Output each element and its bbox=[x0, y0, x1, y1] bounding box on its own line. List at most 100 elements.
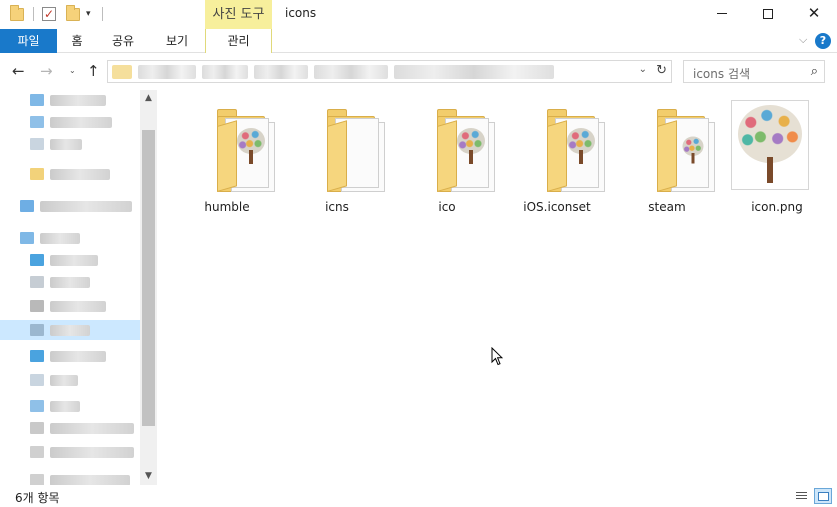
nav-tree-item[interactable] bbox=[0, 112, 140, 132]
address-path-segment bbox=[314, 65, 388, 79]
nav-pane-scrollbar[interactable]: ▲ ▼ bbox=[140, 90, 157, 485]
nav-item-icon bbox=[30, 276, 44, 288]
tab-file[interactable]: 파일 bbox=[0, 29, 57, 53]
search-box[interactable]: icons 검색 ⌕ bbox=[683, 60, 825, 83]
folder-item-steam[interactable]: steam bbox=[617, 100, 717, 216]
nav-item-icon bbox=[30, 446, 44, 458]
nav-item-label bbox=[50, 351, 106, 362]
folder-item-ico[interactable]: ico bbox=[397, 100, 497, 216]
title-bar: ✓ ▾ 사진 도구 icons ✕ bbox=[0, 0, 837, 29]
nav-item-icon bbox=[30, 350, 44, 362]
nav-item-icon bbox=[30, 474, 44, 485]
nav-tree-item[interactable] bbox=[0, 134, 140, 154]
item-count-text: 6개 항목 bbox=[15, 491, 60, 505]
forward-arrow-icon[interactable]: → bbox=[40, 62, 53, 80]
nav-item-label bbox=[50, 169, 110, 180]
address-dropdown-chevron-icon[interactable]: ⌄ bbox=[639, 64, 647, 75]
nav-tree-item[interactable] bbox=[0, 442, 140, 462]
nav-tree-item[interactable] bbox=[0, 346, 140, 366]
nav-item-icon bbox=[20, 200, 34, 212]
address-path-segment bbox=[138, 65, 196, 79]
nav-item-icon bbox=[30, 300, 44, 312]
nav-item-icon bbox=[30, 374, 44, 386]
expand-ribbon-icon[interactable]: ⌵ bbox=[799, 33, 807, 47]
nav-item-icon bbox=[30, 138, 44, 150]
tab-view[interactable]: 보기 bbox=[156, 29, 198, 53]
nav-item-icon bbox=[30, 324, 44, 336]
nav-item-label bbox=[50, 325, 90, 336]
refresh-icon[interactable]: ↻ bbox=[656, 63, 667, 78]
folder-item-ios-iconset[interactable]: iOS.iconset bbox=[507, 100, 607, 216]
file-name-label: iOS.iconset bbox=[523, 200, 591, 214]
nav-item-label bbox=[50, 117, 112, 128]
address-path-segment bbox=[202, 65, 248, 79]
search-icon[interactable]: ⌕ bbox=[811, 64, 818, 79]
folder-item-icns[interactable]: icns bbox=[287, 100, 387, 216]
address-bar[interactable]: ⌄ ↻ bbox=[107, 60, 672, 83]
nav-tree-item[interactable] bbox=[0, 418, 140, 438]
search-placeholder: icons 검색 bbox=[693, 67, 751, 81]
nav-tree-item[interactable] bbox=[0, 90, 140, 110]
nav-tree-item[interactable] bbox=[0, 228, 140, 248]
maximize-button[interactable] bbox=[745, 0, 791, 29]
nav-item-label bbox=[40, 201, 132, 212]
nav-item-label bbox=[40, 233, 80, 244]
nav-tree-item[interactable] bbox=[0, 272, 140, 292]
tab-share[interactable]: 공유 bbox=[104, 29, 142, 53]
recent-locations-chevron-icon[interactable]: ⌄ bbox=[69, 66, 76, 75]
ribbon-tabs: 파일 홈 공유 보기 관리 ⌵ ? bbox=[0, 29, 837, 53]
nav-item-label bbox=[50, 475, 130, 485]
up-arrow-icon[interactable]: ↑ bbox=[87, 62, 100, 80]
scrollbar-thumb[interactable] bbox=[142, 130, 155, 426]
quick-access-properties-icon[interactable]: ✓ bbox=[42, 5, 56, 23]
nav-tree-item[interactable] bbox=[0, 196, 140, 216]
image-thumbnail bbox=[731, 100, 809, 190]
nav-item-label bbox=[50, 95, 106, 106]
nav-tree-item[interactable] bbox=[0, 470, 140, 485]
back-arrow-icon[interactable]: ← bbox=[12, 62, 25, 80]
address-path-segment bbox=[254, 65, 308, 79]
status-bar: 6개 항목 bbox=[0, 485, 837, 507]
nav-item-icon bbox=[30, 422, 44, 434]
nav-tree-item[interactable] bbox=[0, 164, 140, 184]
quick-access-new-folder-icon[interactable] bbox=[66, 4, 80, 23]
file-name-label: ico bbox=[438, 200, 456, 214]
nav-item-label bbox=[50, 401, 80, 412]
scroll-up-arrow-icon[interactable]: ▲ bbox=[140, 90, 157, 107]
folder-item-humble[interactable]: humble bbox=[177, 100, 277, 216]
close-button[interactable]: ✕ bbox=[791, 0, 837, 29]
folder-icon bbox=[533, 106, 605, 196]
nav-tree-item[interactable] bbox=[0, 250, 140, 270]
help-icon[interactable]: ? bbox=[815, 33, 831, 49]
nav-tree-item-selected[interactable] bbox=[0, 320, 140, 340]
file-item-icon-png[interactable]: icon.png bbox=[727, 100, 827, 216]
nav-tree-item[interactable] bbox=[0, 296, 140, 316]
mouse-cursor-icon bbox=[491, 347, 503, 366]
nav-item-label bbox=[50, 447, 134, 458]
details-view-icon[interactable] bbox=[792, 488, 810, 504]
tab-home[interactable]: 홈 bbox=[61, 29, 93, 53]
nav-item-label bbox=[50, 277, 90, 288]
navigation-pane: ▲ ▼ bbox=[0, 90, 157, 485]
toolbar-separator bbox=[33, 7, 34, 21]
file-name-label: icns bbox=[325, 200, 349, 214]
large-icons-view-icon[interactable] bbox=[814, 488, 832, 504]
quick-access-customize-icon[interactable]: ▾ bbox=[86, 5, 91, 23]
tab-manage[interactable]: 관리 bbox=[205, 29, 272, 53]
navigation-bar: ← → ⌄ ↑ ⌄ ↻ icons 검색 ⌕ bbox=[0, 54, 837, 90]
address-path-segment bbox=[394, 65, 554, 79]
picture-tools-context-label: 사진 도구 bbox=[205, 0, 272, 29]
nav-tree-item[interactable] bbox=[0, 396, 140, 416]
minimize-button[interactable] bbox=[699, 0, 745, 29]
file-name-label: steam bbox=[648, 200, 686, 214]
minimize-icon bbox=[717, 13, 727, 14]
nav-item-label bbox=[50, 423, 134, 434]
nav-tree-item[interactable] bbox=[0, 370, 140, 390]
quick-access-folder-icon[interactable] bbox=[10, 4, 24, 23]
nav-item-icon bbox=[30, 168, 44, 180]
folder-icon bbox=[313, 106, 385, 196]
scroll-down-arrow-icon[interactable]: ▼ bbox=[140, 468, 157, 485]
file-list: humble icns ico iOS.iconset steam icon.p… bbox=[157, 90, 837, 485]
nav-item-icon bbox=[20, 232, 34, 244]
nav-item-icon bbox=[30, 400, 44, 412]
